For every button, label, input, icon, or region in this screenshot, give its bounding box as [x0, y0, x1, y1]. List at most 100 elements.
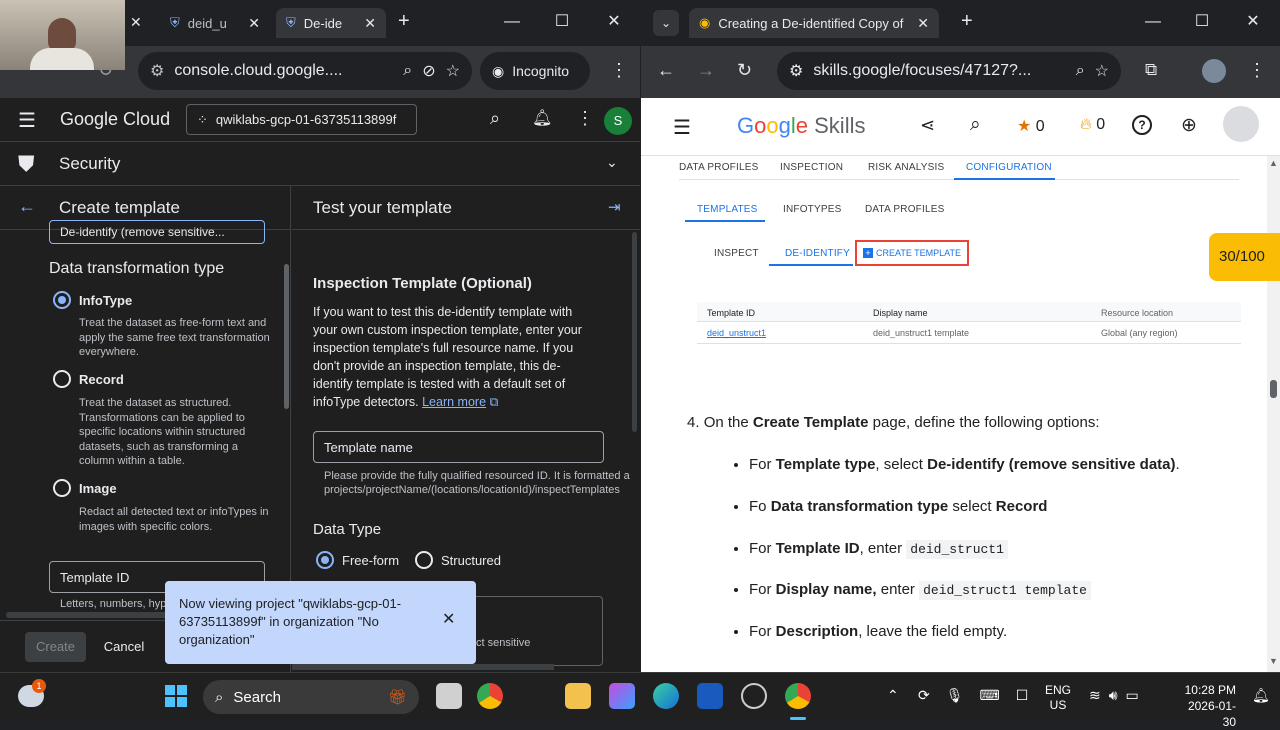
tab-data-profiles-sub[interactable]: DATA PROFILES — [865, 204, 944, 215]
close-window-icon[interactable]: ✕ — [1239, 10, 1267, 34]
maximize-icon[interactable]: ☐ — [548, 10, 576, 34]
help-icon[interactable]: ? — [1132, 115, 1152, 135]
search-icon[interactable]: ⌕ — [490, 108, 500, 129]
site-info-icon[interactable]: ⚙ — [789, 61, 803, 81]
zoom-icon[interactable]: ⌕ — [1076, 62, 1085, 80]
task-view-icon[interactable] — [436, 683, 462, 709]
create-button[interactable]: Create — [25, 632, 86, 662]
word-icon[interactable] — [697, 683, 723, 709]
eye-off-icon[interactable]: ⊘ — [422, 61, 435, 81]
new-tab-icon[interactable]: + — [961, 10, 973, 33]
zoom-icon[interactable]: ⌕ — [403, 62, 412, 80]
record-label[interactable]: Record — [79, 372, 124, 387]
search-icon[interactable]: ⌕ — [970, 114, 981, 136]
skills-logo[interactable]: Google Skills — [737, 113, 865, 139]
image-radio[interactable] — [53, 479, 71, 497]
user-avatar[interactable] — [1223, 106, 1259, 142]
tab-de-identify[interactable]: DE-IDENTIFY — [785, 248, 850, 259]
right-scrollbar[interactable] — [632, 232, 637, 432]
table-row[interactable]: deid_unstruct1 deid_unstruct1 template G… — [697, 322, 1241, 344]
tab-infotypes[interactable]: INFOTYPES — [783, 204, 841, 215]
reload-icon[interactable]: ↻ — [737, 60, 752, 81]
free-form-radio[interactable] — [316, 551, 334, 569]
toast-close-icon[interactable]: ✕ — [442, 611, 455, 629]
extensions-icon[interactable]: ⧉ — [1145, 60, 1157, 80]
streak[interactable]: 🔥︎ 0 — [1080, 116, 1105, 134]
close-window-icon[interactable]: ✕ — [600, 10, 628, 34]
left-scrollbar[interactable] — [284, 264, 289, 409]
cancel-button[interactable]: Cancel — [100, 632, 148, 662]
bottom-scrollbar[interactable] — [292, 664, 554, 670]
tab-inspection[interactable]: INSPECTION — [780, 162, 843, 173]
close-icon[interactable]: ✕ — [917, 15, 929, 32]
tray-chevron-icon[interactable]: ⌃ — [887, 687, 899, 704]
row-template-id-link[interactable]: deid_unstruct1 — [707, 328, 766, 338]
free-form-label[interactable]: Free-form — [342, 553, 399, 568]
menu-dots-icon[interactable]: ⋮ — [1248, 60, 1266, 81]
incognito-chip[interactable]: ◉ Incognito — [480, 52, 590, 90]
file-explorer-icon[interactable] — [565, 683, 591, 709]
tab-templates[interactable]: TEMPLATES — [697, 204, 758, 215]
app-icon[interactable] — [741, 683, 767, 709]
taskbar-search[interactable]: ⌕ Search 🎁︎ — [203, 680, 419, 714]
language-indicator[interactable]: ENG US — [1045, 683, 1071, 713]
tab-de-ide[interactable]: ⛨ De-ide ✕ — [276, 8, 386, 38]
infotype-radio[interactable] — [53, 291, 71, 309]
menu-dots-icon[interactable]: ⋮ — [610, 60, 628, 81]
close-icon[interactable]: ✕ — [248, 15, 260, 32]
tab-inspect[interactable]: INSPECT — [714, 248, 759, 259]
language-globe-icon[interactable]: ⊕ — [1181, 114, 1197, 137]
more-icon[interactable]: ⋮ — [576, 108, 594, 129]
hamburger-icon[interactable]: ☰ — [673, 115, 691, 140]
edge-icon[interactable] — [653, 683, 679, 709]
collapse-panel-icon[interactable]: ⇥ — [608, 198, 621, 216]
site-info-icon[interactable]: ⚙ — [150, 61, 164, 81]
chrome-profile-icon[interactable] — [785, 683, 811, 709]
share-icon[interactable]: ⋖ — [920, 115, 935, 136]
image-label[interactable]: Image — [79, 481, 117, 496]
notifications-bell-icon[interactable]: 🔔︎ — [1252, 687, 1270, 704]
project-picker[interactable]: ⁘ qwiklabs-gcp-01-63735113899f — [186, 104, 417, 135]
template-name-input[interactable]: Template name — [313, 431, 604, 463]
tab-skills[interactable]: ◉ Creating a De-identified Copy of D ✕ — [689, 8, 939, 38]
structured-radio[interactable] — [415, 551, 433, 569]
scroll-down-icon[interactable]: ▼ — [1269, 656, 1278, 666]
tab-configuration[interactable]: CONFIGURATION — [966, 162, 1052, 173]
address-bar[interactable]: ⚙ skills.google/focuses/47127?... ⌕ ☆ — [777, 52, 1121, 90]
hamburger-icon[interactable]: ☰ — [18, 108, 36, 133]
bell-icon[interactable]: 🔔︎ — [532, 108, 552, 128]
tab-deid-u[interactable]: ⛨ deid_u ✕ — [160, 8, 270, 38]
tab-search-icon[interactable]: ⌄ — [653, 10, 679, 36]
minimize-icon[interactable]: — — [498, 10, 526, 34]
wifi-sound-battery-icons[interactable]: ≋🔊︎▭ — [1089, 687, 1147, 704]
chrome-icon[interactable] — [477, 683, 503, 709]
scroll-up-icon[interactable]: ▲ — [1269, 158, 1278, 168]
avatar[interactable]: S — [604, 107, 632, 135]
learn-more-link[interactable]: Learn more — [422, 395, 486, 409]
back-arrow-icon[interactable]: ← — [18, 196, 36, 217]
gcp-brand[interactable]: Google Cloud — [60, 109, 170, 130]
profile-avatar[interactable] — [1202, 59, 1226, 83]
create-template-button[interactable]: + CREATE TEMPLATE — [855, 240, 969, 266]
new-tab-icon[interactable]: + — [398, 10, 410, 33]
scroll-thumb[interactable] — [1270, 380, 1277, 398]
close-icon[interactable]: ✕ — [364, 15, 376, 32]
record-radio[interactable] — [53, 370, 71, 388]
star-points[interactable]: ★ 0 — [1017, 116, 1045, 136]
tab-risk-analysis[interactable]: RISK ANALYSIS — [868, 162, 944, 173]
windows-start-icon[interactable] — [165, 685, 187, 707]
m365-icon[interactable] — [609, 683, 635, 709]
bookmark-star-icon[interactable]: ☆ — [1095, 61, 1109, 81]
maximize-icon[interactable]: ☐ — [1188, 10, 1216, 34]
tab-close-icon[interactable]: ✕ — [130, 14, 142, 31]
back-icon[interactable]: ← — [657, 60, 675, 81]
minimize-icon[interactable]: — — [1139, 10, 1167, 34]
clock[interactable]: 10:28 PM 2026-01-30 — [1176, 682, 1236, 730]
address-bar[interactable]: ⚙ console.cloud.google.... ⌕ ⊘ ☆ — [138, 52, 472, 90]
chevron-down-icon[interactable]: ⌄ — [606, 154, 618, 171]
bookmark-star-icon[interactable]: ☆ — [446, 61, 460, 81]
forward-icon[interactable]: → — [697, 60, 715, 81]
template-type-select[interactable]: De-identify (remove sensitive... — [49, 220, 265, 244]
structured-label[interactable]: Structured — [441, 553, 501, 568]
infotype-label[interactable]: InfoType — [79, 293, 132, 308]
